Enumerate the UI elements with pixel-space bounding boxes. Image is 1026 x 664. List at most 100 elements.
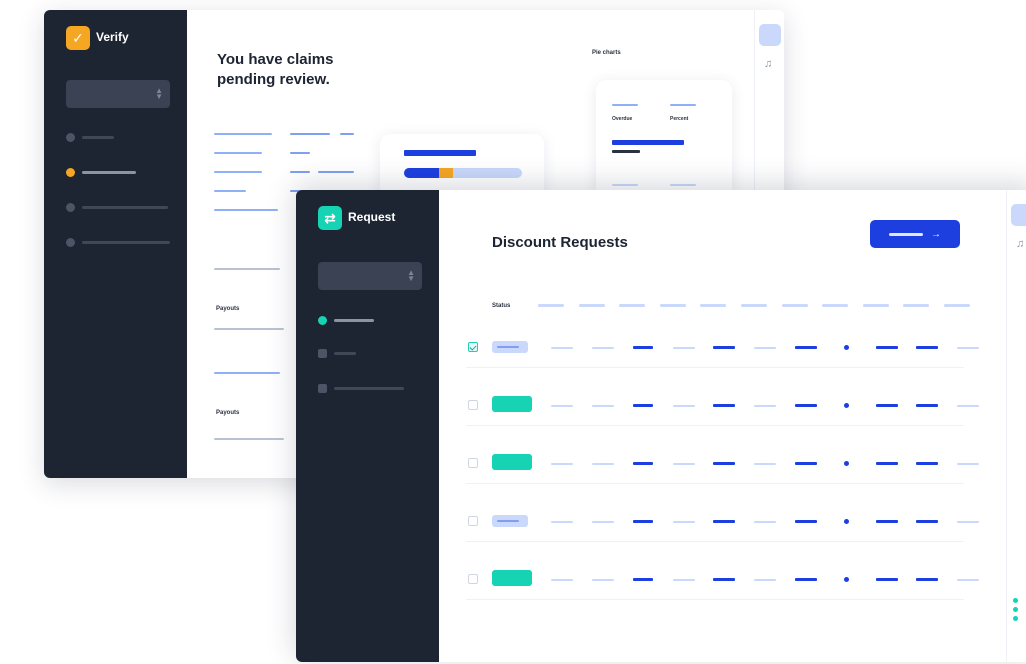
table-row[interactable]	[466, 328, 979, 368]
verify-row-label-1: Payouts	[216, 306, 240, 312]
verify-data-line	[290, 133, 330, 135]
verify-row-label-2: Payouts	[216, 410, 240, 416]
table-cell	[713, 578, 736, 581]
bell-icon[interactable]: ♫	[1016, 238, 1026, 250]
table-row[interactable]	[466, 502, 979, 542]
more-icon[interactable]	[1013, 598, 1019, 625]
request-sidebar-item-1[interactable]	[318, 315, 428, 327]
column-header[interactable]	[659, 304, 686, 307]
avatar[interactable]	[759, 24, 781, 46]
status-badge	[492, 341, 528, 353]
table-cell	[551, 463, 573, 465]
table-cell	[713, 462, 736, 465]
status-column-header: Status	[492, 303, 511, 309]
table-cell	[551, 521, 573, 523]
table-cell	[672, 347, 695, 349]
verify-data-line	[290, 171, 310, 173]
verify-sidebar-item-1[interactable]	[66, 132, 176, 144]
request-sidebar-item-2[interactable]	[318, 348, 428, 360]
table-cell	[633, 346, 654, 349]
table-cell	[551, 405, 573, 407]
select-chevron-icon: ▲ ▼	[407, 268, 415, 283]
table-cell	[754, 405, 776, 407]
card-line	[612, 184, 638, 186]
table-cell	[875, 404, 898, 407]
table-row[interactable]	[466, 386, 979, 426]
row-indicator-dot	[843, 403, 849, 408]
table-cell	[672, 579, 695, 581]
bell-icon[interactable]: ♫	[764, 58, 776, 70]
column-header[interactable]	[538, 304, 564, 307]
request-logo-icon: ⇄	[318, 206, 342, 230]
column-header[interactable]	[862, 304, 889, 307]
progress-card-title	[404, 150, 476, 156]
table-row[interactable]	[466, 444, 979, 484]
verify-divider	[214, 328, 284, 330]
verify-sidebar-item-3[interactable]	[66, 202, 176, 214]
table-cell	[794, 520, 817, 523]
column-header[interactable]	[822, 304, 849, 307]
verify-divider	[214, 438, 284, 440]
table-cell	[633, 578, 654, 581]
table-cell	[794, 346, 817, 349]
row-checkbox[interactable]	[468, 574, 478, 584]
avatar[interactable]	[1011, 204, 1026, 226]
verify-data-line	[214, 190, 246, 192]
submit-button-label	[889, 232, 923, 236]
table-cell	[957, 463, 979, 465]
table-cell	[957, 521, 979, 523]
verify-divider	[214, 372, 280, 374]
request-right-rail: ♫	[1006, 190, 1026, 662]
table-cell	[633, 462, 654, 465]
table-cell	[794, 462, 817, 465]
verify-data-line	[318, 171, 354, 173]
table-cell	[875, 520, 898, 523]
table-row[interactable]	[466, 560, 979, 600]
card-line	[612, 104, 638, 106]
verify-workspace-select[interactable]: ▲ ▼	[66, 80, 170, 108]
table-cell	[633, 520, 654, 523]
row-indicator-dot	[843, 345, 849, 350]
table-cell	[754, 579, 776, 581]
table-cell	[754, 347, 776, 349]
table-cell	[794, 578, 817, 581]
request-window: ⇄ Request ▲ ▼ Discount Requests → Status …	[296, 190, 1026, 662]
request-sidebar-item-3[interactable]	[318, 383, 428, 395]
table-cell	[591, 463, 614, 465]
request-workspace-select[interactable]: ▲ ▼	[318, 262, 422, 290]
column-header[interactable]	[741, 304, 767, 307]
column-header[interactable]	[944, 304, 970, 307]
verify-data-line	[214, 133, 272, 135]
status-badge	[492, 515, 528, 527]
verify-section-label: Pie charts	[592, 50, 621, 56]
row-checkbox[interactable]	[468, 458, 478, 468]
row-indicator-dot	[843, 461, 849, 466]
verify-chart-card: Overdue Percent	[596, 80, 732, 200]
verify-data-line	[214, 209, 278, 211]
column-header[interactable]	[578, 304, 605, 307]
card-value	[612, 140, 684, 145]
verify-data-line	[340, 133, 354, 135]
verify-sidebar-item-4[interactable]	[66, 237, 176, 249]
verify-app-name: Verify	[96, 30, 129, 44]
table-cell	[916, 578, 939, 581]
table-cell	[916, 462, 939, 465]
row-checkbox[interactable]	[468, 400, 478, 410]
column-header[interactable]	[781, 304, 808, 307]
request-sidebar: ⇄ Request ▲ ▼	[296, 190, 439, 662]
column-header[interactable]	[619, 304, 646, 307]
verify-logo-icon: ✓	[66, 26, 90, 50]
verify-sidebar-item-2[interactable]	[66, 167, 176, 179]
table-cell	[957, 579, 979, 581]
table-cell	[754, 521, 776, 523]
submit-button[interactable]: →	[870, 220, 960, 248]
column-header[interactable]	[700, 304, 727, 307]
row-checkbox[interactable]	[468, 342, 478, 352]
column-header[interactable]	[903, 304, 930, 307]
table-cell	[672, 463, 695, 465]
card-line	[670, 184, 696, 186]
verify-data-line	[214, 152, 262, 154]
row-checkbox[interactable]	[468, 516, 478, 526]
table-cell	[916, 346, 939, 349]
card-label-percent: Percent	[670, 116, 689, 122]
